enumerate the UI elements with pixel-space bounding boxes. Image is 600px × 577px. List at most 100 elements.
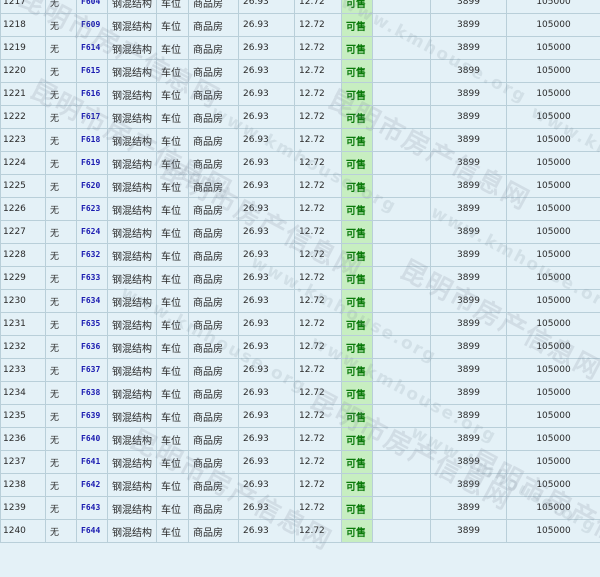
row-number: 1223	[1, 129, 46, 152]
room-number-link: F636	[77, 336, 108, 359]
status-badge: 可售	[342, 336, 373, 359]
blank-cell	[373, 428, 431, 451]
inner-area-cell: 12.72	[295, 37, 342, 60]
table-row: 1230无F634钢混结构车位商品房26.9312.72可售3899105000	[1, 290, 600, 313]
build-area-cell: 26.93	[239, 60, 295, 83]
total-price-cell: 105000	[507, 382, 600, 405]
unit-price-cell: 3899	[431, 129, 507, 152]
total-price-cell: 105000	[507, 83, 600, 106]
presale-flag: 无	[46, 405, 77, 428]
property-type-cell: 商品房	[189, 336, 239, 359]
build-area-cell: 26.93	[239, 83, 295, 106]
presale-flag: 无	[46, 0, 77, 14]
build-area-cell: 26.93	[239, 152, 295, 175]
room-link[interactable]: F637	[81, 365, 100, 374]
usage-cell: 车位	[157, 244, 189, 267]
room-number-link: F624	[77, 221, 108, 244]
room-link[interactable]: F633	[81, 273, 100, 282]
property-type-cell: 商品房	[189, 428, 239, 451]
room-link[interactable]: F635	[81, 319, 100, 328]
blank-cell	[373, 83, 431, 106]
row-number: 1240	[1, 520, 46, 543]
room-link[interactable]: F632	[81, 250, 100, 259]
unit-price-cell: 3899	[431, 37, 507, 60]
blank-cell	[373, 290, 431, 313]
room-link[interactable]: F636	[81, 342, 100, 351]
total-price-cell: 105000	[507, 313, 600, 336]
structure-cell: 钢混结构	[108, 474, 157, 497]
presale-flag: 无	[46, 474, 77, 497]
blank-cell	[373, 474, 431, 497]
room-number-link: F640	[77, 428, 108, 451]
total-price-cell: 105000	[507, 451, 600, 474]
presale-flag: 无	[46, 336, 77, 359]
room-link[interactable]: F620	[81, 181, 100, 190]
usage-cell: 车位	[157, 497, 189, 520]
room-link[interactable]: F615	[81, 66, 100, 75]
usage-cell: 车位	[157, 451, 189, 474]
blank-cell	[373, 267, 431, 290]
total-price-cell: 105000	[507, 359, 600, 382]
room-link[interactable]: F644	[81, 526, 100, 535]
table-row: 1236无F640钢混结构车位商品房26.9312.72可售3899105000	[1, 428, 600, 451]
total-price-cell: 105000	[507, 474, 600, 497]
table-row: 1222无F617钢混结构车位商品房26.9312.72可售3899105000	[1, 106, 600, 129]
inner-area-cell: 12.72	[295, 359, 342, 382]
total-price-cell: 105000	[507, 14, 600, 37]
room-link[interactable]: F614	[81, 43, 100, 52]
structure-cell: 钢混结构	[108, 198, 157, 221]
table-row: 1219无F614钢混结构车位商品房26.9312.72可售3899105000	[1, 37, 600, 60]
room-link[interactable]: F623	[81, 204, 100, 213]
room-link[interactable]: F634	[81, 296, 100, 305]
usage-cell: 车位	[157, 336, 189, 359]
room-number-link: F638	[77, 382, 108, 405]
room-number-link: F632	[77, 244, 108, 267]
build-area-cell: 26.93	[239, 359, 295, 382]
status-badge: 可售	[342, 198, 373, 221]
build-area-cell: 26.93	[239, 0, 295, 14]
total-price-cell: 105000	[507, 267, 600, 290]
property-type-cell: 商品房	[189, 451, 239, 474]
inner-area-cell: 12.72	[295, 405, 342, 428]
room-link[interactable]: F624	[81, 227, 100, 236]
room-link[interactable]: F618	[81, 135, 100, 144]
usage-cell: 车位	[157, 520, 189, 543]
unit-price-cell: 3899	[431, 382, 507, 405]
usage-cell: 车位	[157, 60, 189, 83]
status-badge: 可售	[342, 60, 373, 83]
row-number: 1234	[1, 382, 46, 405]
inner-area-cell: 12.72	[295, 290, 342, 313]
room-link[interactable]: F639	[81, 411, 100, 420]
room-link[interactable]: F616	[81, 89, 100, 98]
usage-cell: 车位	[157, 474, 189, 497]
blank-cell	[373, 382, 431, 405]
room-link[interactable]: F640	[81, 434, 100, 443]
blank-cell	[373, 60, 431, 83]
property-type-cell: 商品房	[189, 497, 239, 520]
structure-cell: 钢混结构	[108, 60, 157, 83]
property-type-cell: 商品房	[189, 14, 239, 37]
total-price-cell: 105000	[507, 244, 600, 267]
room-link[interactable]: F643	[81, 503, 100, 512]
inner-area-cell: 12.72	[295, 129, 342, 152]
row-number: 1219	[1, 37, 46, 60]
room-link[interactable]: F617	[81, 112, 100, 121]
room-link[interactable]: F638	[81, 388, 100, 397]
status-badge: 可售	[342, 382, 373, 405]
build-area-cell: 26.93	[239, 267, 295, 290]
usage-cell: 车位	[157, 198, 189, 221]
total-price-cell: 105000	[507, 290, 600, 313]
status-badge: 可售	[342, 474, 373, 497]
structure-cell: 钢混结构	[108, 451, 157, 474]
status-badge: 可售	[342, 152, 373, 175]
room-link[interactable]: F604	[81, 0, 100, 6]
room-link[interactable]: F642	[81, 480, 100, 489]
room-link[interactable]: F609	[81, 20, 100, 29]
usage-cell: 车位	[157, 382, 189, 405]
room-link[interactable]: F641	[81, 457, 100, 466]
structure-cell: 钢混结构	[108, 405, 157, 428]
room-link[interactable]: F619	[81, 158, 100, 167]
property-type-cell: 商品房	[189, 244, 239, 267]
structure-cell: 钢混结构	[108, 244, 157, 267]
presale-flag: 无	[46, 267, 77, 290]
